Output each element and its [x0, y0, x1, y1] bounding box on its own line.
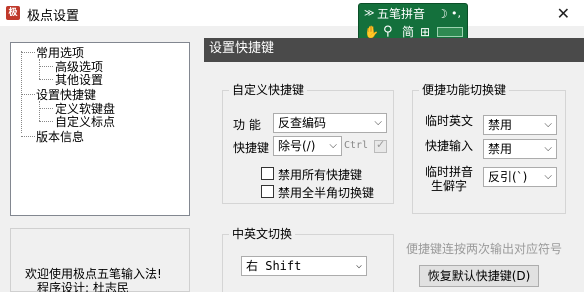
temp-english-value: 禁用	[488, 118, 513, 132]
author-text: 程序设计: 杜志民	[37, 281, 129, 292]
temp-pinyin-value: 反引(`)	[488, 170, 528, 184]
disable-fullwidth-checkbox[interactable]	[261, 185, 274, 198]
ctrl-checkbox[interactable]	[374, 138, 387, 153]
temp-english-label: 临时英文	[425, 114, 474, 128]
chevron-down-icon: ⌵	[374, 117, 382, 128]
cn-en-switch-select[interactable]: 右 Shift ⌵	[241, 256, 367, 276]
temp-pinyin-select[interactable]: 反引(`) ⌵	[483, 167, 557, 187]
quick-switch-group: 便捷功能切换键 临时英文 禁用 ⌵ 快捷输入 禁用 ⌵ 临时拼音 生僻字 反引(…	[412, 83, 566, 214]
quick-input-value: 禁用	[488, 142, 513, 156]
tree-item-version[interactable]: 版本信息	[36, 130, 84, 144]
function-label: 功 能	[233, 118, 261, 132]
chevron-down-icon: ⌵	[544, 119, 552, 130]
shortcut-key-value: 除号(/)	[278, 139, 316, 153]
punctuation-icon[interactable]: •,	[451, 6, 461, 22]
window-title: 极点设置	[27, 9, 80, 24]
collapse-icon[interactable]: ≫	[364, 6, 374, 22]
keyboard-icon[interactable]	[437, 27, 463, 37]
title-bar: 极 极点设置 ✕	[0, 0, 584, 26]
function-select[interactable]: 反查编码 ⌵	[273, 113, 387, 133]
chevron-down-icon: ⌵	[329, 140, 337, 151]
chevron-down-icon: ⌵	[544, 143, 552, 154]
chevron-down-icon: ⌵	[355, 260, 362, 271]
quick-switch-title: 便捷功能切换键	[419, 83, 510, 97]
rare-char-label: 生僻字	[431, 179, 468, 193]
ctrl-label: Ctrl	[344, 140, 369, 151]
restore-defaults-button[interactable]: 恢复默认快捷键(D)	[419, 265, 539, 287]
shortcut-panel: 自定义快捷键 功 能 反查编码 ⌵ 快捷键 除号(/) ⌵ Ctrl 禁用所有快…	[204, 62, 584, 292]
cn-en-switch-value: 右 Shift	[246, 259, 302, 273]
tree-item-shortcuts[interactable]: 设置快捷键	[36, 88, 96, 102]
tree-item-other[interactable]: 其他设置	[55, 73, 103, 87]
ime-mode-label[interactable]: 五笔拼音	[377, 6, 425, 22]
custom-shortcut-group: 自定义快捷键 功 能 反查编码 ⌵ 快捷键 除号(/) ⌵ Ctrl 禁用所有快…	[222, 83, 394, 204]
disable-fullwidth-label: 禁用全半角切换键	[278, 186, 375, 200]
app-icon: 极	[6, 6, 20, 20]
ime-status-bar[interactable]: ≫ 五笔拼音 ☽ •, ✋ ⚲ 简 ⊞	[358, 3, 468, 41]
temp-english-select[interactable]: 禁用 ⌵	[483, 115, 557, 135]
quick-input-select[interactable]: 禁用 ⌵	[483, 139, 557, 159]
shortcut-label: 快捷键	[233, 141, 270, 155]
disable-all-label: 禁用所有快捷键	[278, 168, 363, 182]
tree-item-advanced[interactable]: 高级选项	[55, 60, 103, 74]
close-icon[interactable]: ✕	[557, 4, 570, 23]
function-value: 反查编码	[278, 116, 327, 130]
quick-input-label: 快捷输入	[425, 139, 474, 153]
tree-item-punctuation[interactable]: 自定义标点	[55, 115, 115, 129]
tree-item-common[interactable]: 常用选项	[36, 46, 84, 60]
cn-en-switch-group: 中英文切换 右 Shift ⌵	[222, 227, 394, 292]
panel-title: 设置快捷键	[204, 38, 584, 62]
shortcut-key-select[interactable]: 除号(/) ⌵	[273, 136, 342, 156]
tree-item-softkeyboard[interactable]: 定义软键盘	[55, 102, 115, 116]
disable-all-checkbox[interactable]	[261, 167, 274, 180]
cn-en-switch-title: 中英文切换	[229, 227, 296, 241]
moon-icon[interactable]: ☽	[437, 6, 448, 22]
custom-shortcut-title: 自定义快捷键	[229, 83, 308, 97]
welcome-box: 欢迎使用极点五笔输入法! 程序设计: 杜志民	[10, 228, 190, 292]
chevron-down-icon: ⌵	[544, 171, 552, 182]
settings-tree[interactable]: 常用选项 高级选项 其他设置 设置快捷键 定义软键盘 自定义标点 版本信息	[10, 42, 190, 216]
hint-text: 便捷键连按两次输出对应符号	[406, 242, 563, 256]
